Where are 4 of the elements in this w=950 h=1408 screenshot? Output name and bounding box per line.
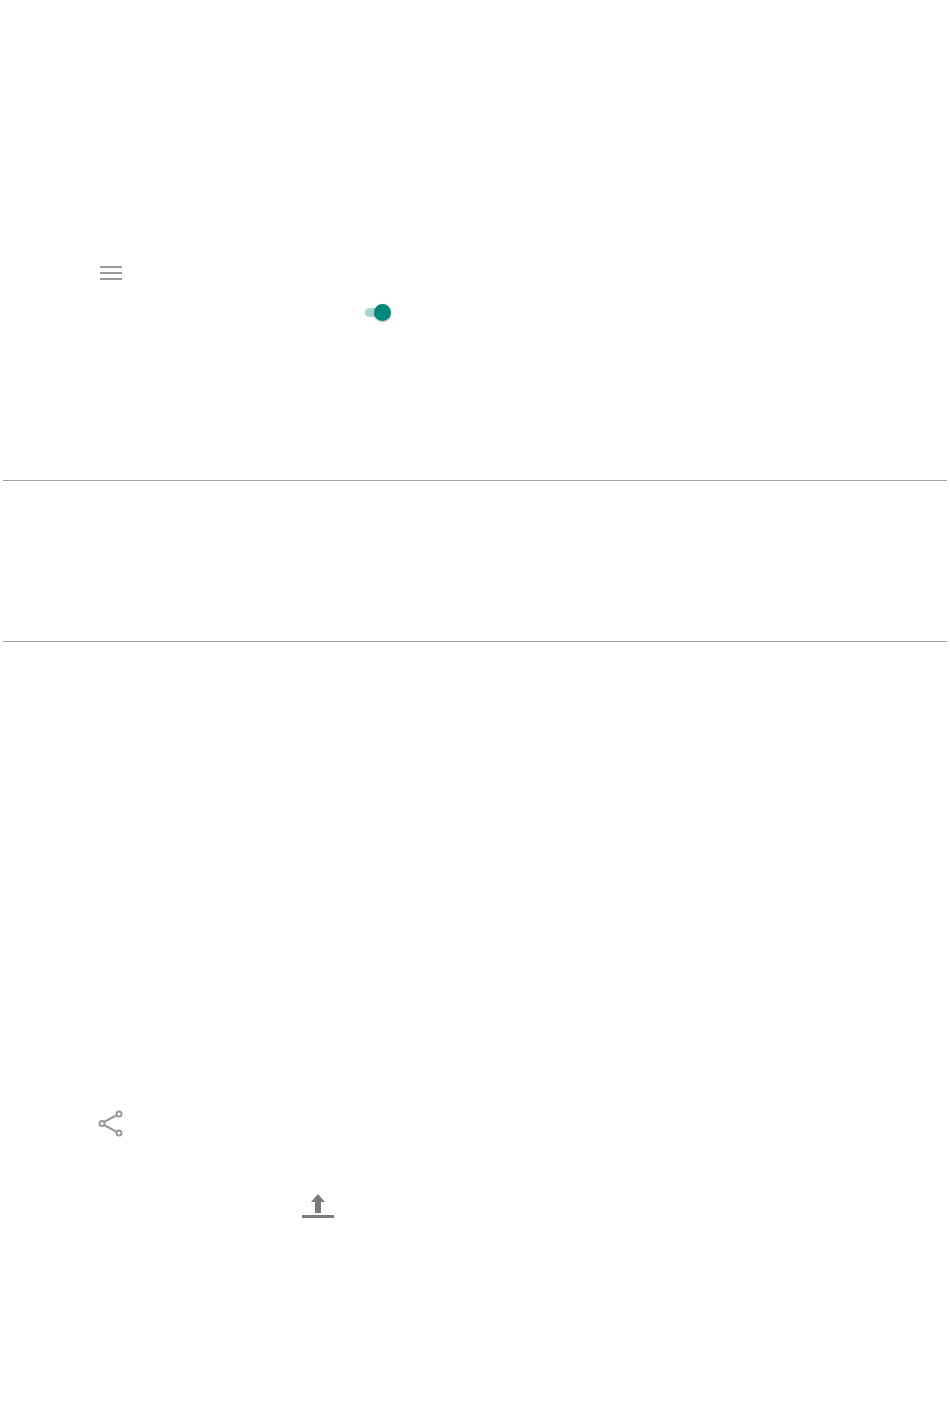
upload-icon[interactable]	[302, 1193, 334, 1218]
menu-icon[interactable]	[100, 265, 122, 280]
toggle-switch[interactable]	[363, 304, 391, 321]
share-icon[interactable]	[98, 1110, 124, 1137]
